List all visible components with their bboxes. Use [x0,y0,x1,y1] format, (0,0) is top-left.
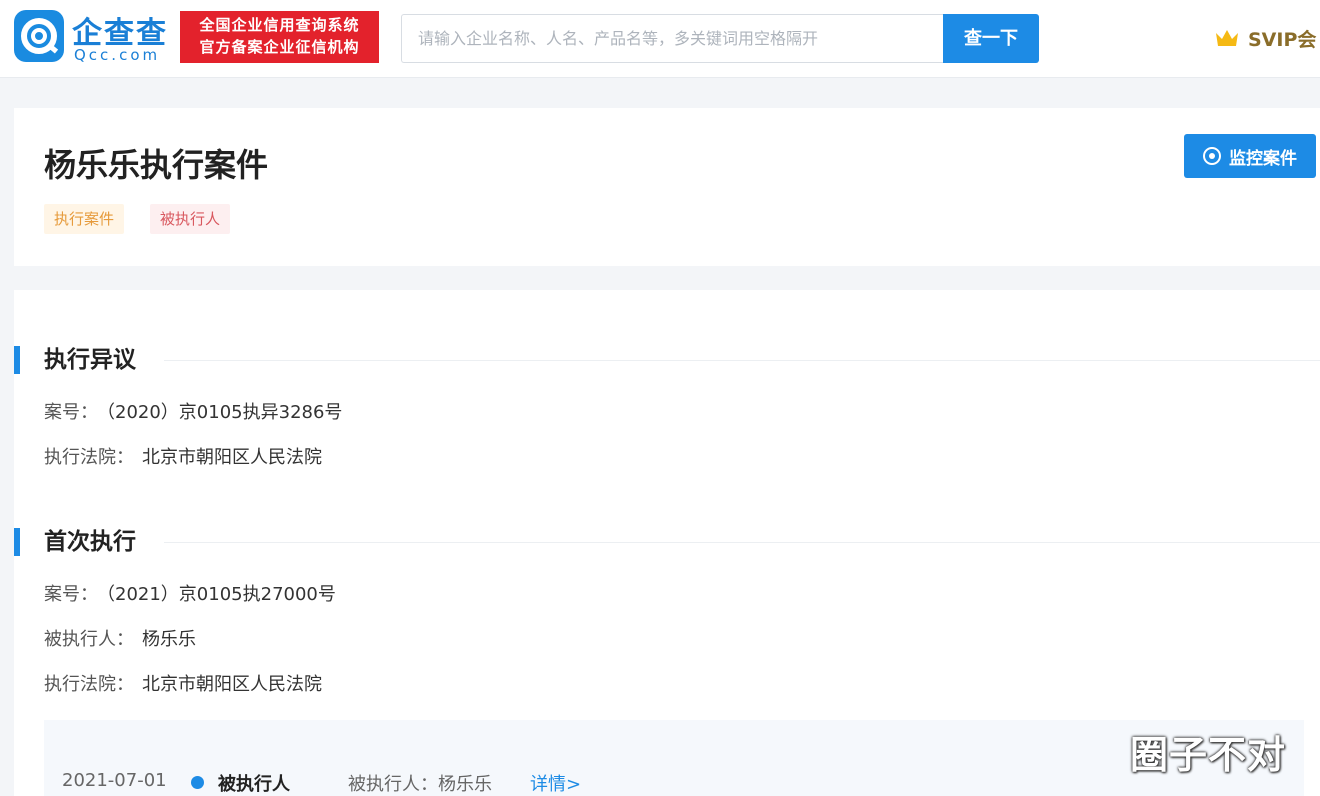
field-value: 北京市朝阳区人民法院 [142,674,322,695]
timeline-type: 被执行人 [218,774,290,795]
top-header: 企查查 Qcc.com 全国企业信用查询系统 官方备案企业征信机构 请输入企业名… [0,0,1320,78]
field-value: 杨乐乐 [142,629,196,650]
field-label: 执行法院： [44,674,134,695]
field-value: （2021）京0105执27000号 [106,584,336,605]
search-input[interactable]: 请输入企业名称、人名、产品名等，多关键词用空格隔开 [401,14,943,63]
monitor-button-label: 监控案件 [1229,148,1297,169]
field-value: 北京市朝阳区人民法院 [142,447,322,468]
svip-label: SVIP会 [1248,28,1317,51]
search-button[interactable]: 查一下 [943,14,1039,63]
section-title: 执行异议 [44,347,136,373]
case-detail-card: 执行异议 案号： （2020）京0105执异3286号 执行法院： 北京市朝阳区人民… [14,290,1320,796]
section-marker [14,346,20,374]
field-case-number: 案号： （2021）京0105执27000号 [44,580,336,606]
timeline-dot-icon [191,776,204,789]
timeline-info: 被执行人：杨乐乐 [348,774,492,795]
field-executed-person: 被执行人： 杨乐乐 [44,625,196,651]
section-divider [164,542,1320,543]
section-marker [14,528,20,556]
section-divider [164,360,1320,361]
svip-link[interactable]: SVIP会 [1214,24,1316,52]
timeline-date: 2021-07-01 [62,770,167,791]
field-label: 案号： [44,584,98,605]
watermark-text: 圈子不对 [1130,733,1287,777]
credit-system-badge: 全国企业信用查询系统 官方备案企业征信机构 [180,11,379,63]
tag-executed-person: 被执行人 [150,204,231,234]
tag-execution-case: 执行案件 [44,204,125,234]
details-link[interactable]: 详情> [530,770,581,796]
field-case-number: 案号： （2020）京0105执异3286号 [44,398,342,424]
page-title: 杨乐乐执行案件 [44,146,269,184]
badge-line-1: 全国企业信用查询系统 [199,16,360,34]
field-value: （2020）京0105执异3286号 [106,402,343,423]
qcc-logo-icon[interactable] [14,10,64,62]
field-label: 被执行人： [44,629,134,650]
monitor-case-button[interactable]: 监控案件 [1184,134,1316,178]
badge-line-2: 官方备案企业征信机构 [199,38,360,56]
section-title: 首次执行 [44,529,136,555]
timeline-row: 2021-07-01 被执行人 被执行人：杨乐乐 详情> [44,720,1304,796]
monitor-icon [1203,147,1221,165]
case-title-card: 杨乐乐执行案件 执行案件 被执行人 监控案件 [14,108,1320,266]
field-court: 执行法院： 北京市朝阳区人民法院 [44,443,322,469]
logo-domain: Qcc.com [74,46,161,64]
field-label: 执行法院： [44,447,134,468]
field-court: 执行法院： 北京市朝阳区人民法院 [44,670,322,696]
crown-icon [1216,30,1238,46]
section-first-execution: 首次执行 [14,524,1320,560]
section-execution-objection: 执行异议 [14,342,1320,378]
field-label: 案号： [44,402,98,423]
